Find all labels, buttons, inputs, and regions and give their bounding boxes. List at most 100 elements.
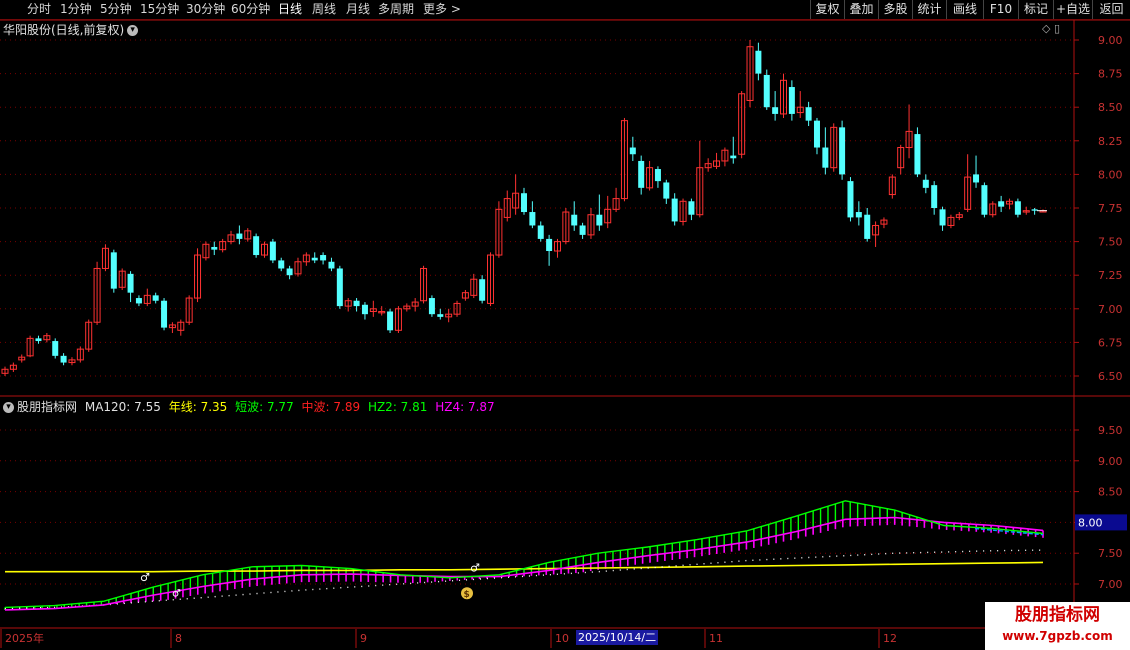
watermark-title: 股朋指标网 <box>1015 605 1100 625</box>
candle-body <box>864 214 871 239</box>
ma120-value: MA120: 7.55 <box>84 400 161 414</box>
candle-body <box>479 279 486 301</box>
price-tick-label: 8.25 <box>1098 135 1123 148</box>
indicator-grid <box>0 429 1074 585</box>
time-axis-label: 10 <box>555 632 569 645</box>
price-tick-label: 8.00 <box>1098 168 1123 181</box>
mid-wave-value: 中波: 7.89 <box>301 400 361 414</box>
indicator-tick-label: 8.50 <box>1098 486 1123 499</box>
candle-body <box>328 261 335 269</box>
coin-symbol: $ <box>464 590 470 600</box>
price-tick-label: 6.75 <box>1098 336 1123 349</box>
price-tick-label: 8.75 <box>1098 68 1123 81</box>
stock-title-text: 华阳股份(日线,前复权) <box>3 23 125 37</box>
candle-body <box>579 225 586 235</box>
price-tick-label: 6.50 <box>1098 370 1123 383</box>
candle-body <box>847 181 854 218</box>
chevron-down-icon[interactable]: ▾ <box>3 402 14 413</box>
indicator-name[interactable]: 股朋指标网 <box>17 400 77 414</box>
candle-body <box>981 185 988 215</box>
candle-body <box>671 198 678 222</box>
diamond-icon[interactable]: ◇ <box>1042 22 1050 35</box>
price-tick-label: 7.75 <box>1098 202 1123 215</box>
candle-body <box>152 295 159 301</box>
candle-body <box>931 185 938 208</box>
candle-body <box>688 201 695 215</box>
indicator-header: ▾ 股朋指标网 MA120: 7.55 年线: 7.35 短波: 7.77 中波:… <box>3 398 499 415</box>
time-axis-label: 2025年 <box>5 631 44 645</box>
candle-body <box>278 260 285 269</box>
candle-body <box>755 50 762 74</box>
candle-body <box>571 214 578 226</box>
candle-body <box>1031 209 1038 211</box>
candle-body <box>428 298 435 315</box>
candle-body <box>939 209 946 226</box>
candle-body <box>161 300 168 328</box>
candle-body <box>60 355 67 363</box>
price-tick-label: 7.25 <box>1098 269 1123 282</box>
price-tick-label: 8.50 <box>1098 101 1123 114</box>
candle-body <box>813 120 820 148</box>
candle-body <box>855 212 862 218</box>
indicator-tick-label: 7.00 <box>1098 578 1123 591</box>
current-value-label: 8.00 <box>1078 516 1103 529</box>
candle-body <box>973 174 980 183</box>
indicator-tick-label: 9.00 <box>1098 455 1123 468</box>
candle-body <box>35 338 42 342</box>
signal-marker-icon: ♂ <box>140 571 150 584</box>
candle-body <box>336 268 343 307</box>
hz4-value: HZ4: 7.87 <box>435 400 495 414</box>
candle-body <box>110 252 117 289</box>
annual-line-value: 年线: 7.35 <box>168 400 228 414</box>
price-tick-label: 7.50 <box>1098 236 1123 249</box>
candle-body <box>537 225 544 239</box>
candle-body <box>629 147 636 155</box>
candle-body <box>135 298 142 304</box>
price-tick-label: 9.00 <box>1098 34 1123 47</box>
candle-body <box>269 241 276 261</box>
candle-body <box>52 341 59 356</box>
candle-body <box>521 193 527 213</box>
candle-body <box>353 300 360 307</box>
candle-body <box>638 160 645 188</box>
candle-body <box>822 147 829 168</box>
candle-body <box>654 169 661 182</box>
candle-body <box>663 182 670 199</box>
candle-body <box>839 127 846 175</box>
candle-body <box>772 107 779 114</box>
price-axis: 9.00 8.75 8.50 8.25 8.00 7.75 7.50 7.25 7.00 6.75… <box>1074 34 1123 383</box>
candle-body <box>311 257 318 261</box>
time-axis-label: 12 <box>883 632 897 645</box>
candle-body <box>763 74 770 108</box>
main-pane-controls: ◇ ▯ <box>1042 22 1060 35</box>
candle-body <box>211 246 218 250</box>
watermark-url: www.7gpzb.com <box>1002 629 1113 643</box>
candle-body <box>320 255 327 261</box>
signal-marker-icon: ♂ <box>470 562 480 575</box>
price-tick-label: 7.00 <box>1098 303 1123 316</box>
indicator-lines: ♂ ♂ ♂ $ <box>4 500 1044 611</box>
candle-body <box>437 314 444 317</box>
candle-body <box>1014 201 1021 215</box>
stock-title[interactable]: 华阳股份(日线,前复权) ▾ <box>3 21 139 38</box>
candle-body <box>546 238 553 252</box>
candle-body <box>805 107 812 121</box>
candle-body <box>127 273 134 293</box>
candle-body <box>730 155 737 159</box>
watermark-logo: 股朋指标网 www.7gpzb.com <box>985 602 1130 650</box>
signal-marker-icon: ♂ <box>172 588 181 599</box>
candle-body <box>596 214 603 226</box>
short-wave-value: 短波: 7.77 <box>235 400 294 414</box>
time-axis-label: 9 <box>360 632 367 645</box>
chart-canvas[interactable]: ♂ ♂ ♂ $ 9.00 8.75 8.50 8.25 8.00 7.75 7.50 7.25 7.0… <box>0 0 1130 650</box>
candle-body <box>361 304 368 315</box>
candle-body <box>922 179 929 188</box>
candle-body <box>236 233 243 239</box>
chevron-down-icon[interactable]: ▾ <box>127 25 139 36</box>
indicator-tick-label: 7.50 <box>1098 547 1123 560</box>
cursor-date-label: 2025/10/14/二 <box>576 630 659 645</box>
time-axis-label: 8 <box>175 632 182 645</box>
window-icon[interactable]: ▯ <box>1054 22 1060 35</box>
indicator-axis: 9.509.008.508.007.507.008.00 <box>1074 424 1127 591</box>
candle-body <box>914 134 921 175</box>
